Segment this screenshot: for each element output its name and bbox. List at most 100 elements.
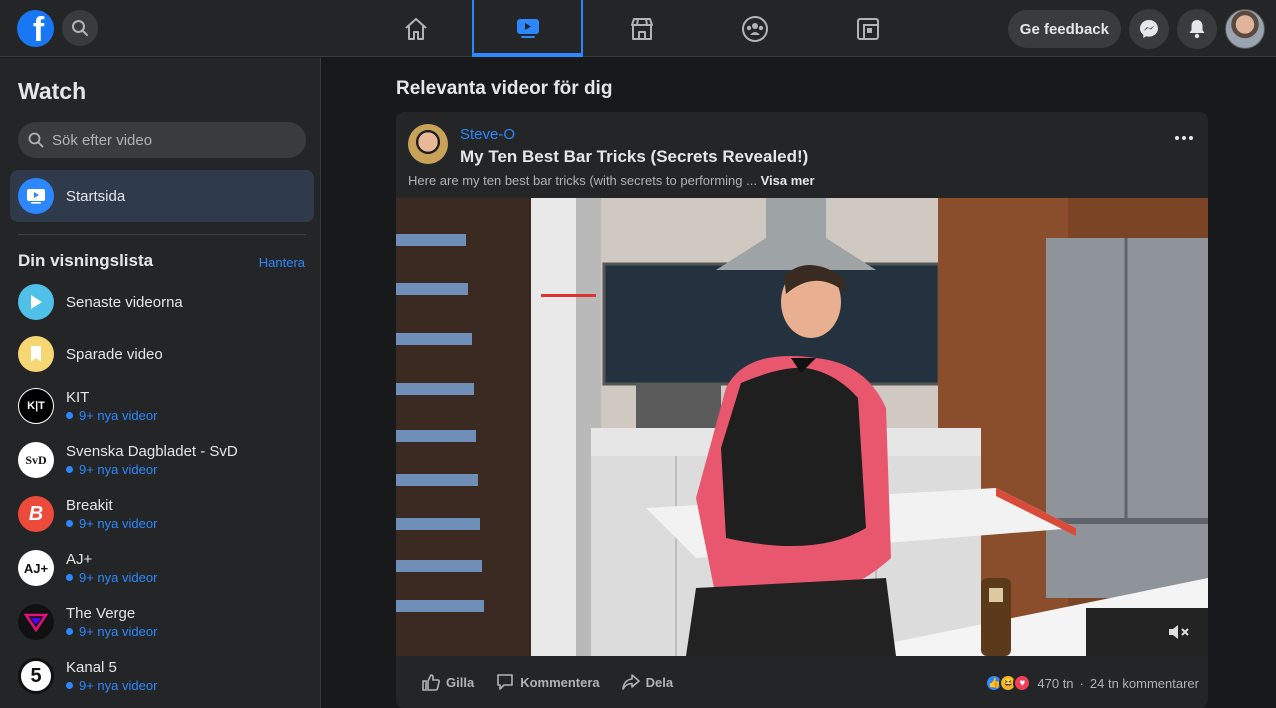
sidebar-item-label: AJ+ bbox=[66, 551, 93, 568]
new-videos-count: 9+ nya videor bbox=[66, 570, 157, 585]
watch-home-icon bbox=[18, 178, 54, 214]
watchlist-heading: Din visningslista bbox=[18, 251, 154, 270]
description-text: Here are my ten best bar tricks (with se… bbox=[408, 173, 757, 188]
manage-link[interactable]: Hantera bbox=[259, 255, 305, 270]
kit-logo: K|T bbox=[18, 388, 54, 424]
search-button[interactable] bbox=[62, 10, 98, 46]
sidebar-item-kit[interactable]: K|T KIT 9+ nya videor bbox=[18, 381, 313, 431]
comment-button[interactable]: Kommentera bbox=[496, 673, 600, 691]
tab-groups[interactable] bbox=[699, 0, 810, 57]
sidebar-item-breakit[interactable]: B Breakit 9+ nya videor bbox=[18, 489, 313, 539]
love-reaction-icon: ♥ bbox=[1013, 674, 1032, 692]
kanal5-logo: 5 bbox=[18, 658, 54, 694]
more-options-button[interactable] bbox=[1172, 128, 1196, 148]
sidebar-item-label: The Verge bbox=[66, 605, 136, 622]
bell-icon bbox=[1189, 20, 1205, 39]
reaction-summary[interactable]: 👍 😆 ♥ 470 tn · 24 tn kommentarer bbox=[985, 674, 1199, 692]
comment-label: Kommentera bbox=[520, 674, 600, 690]
mute-button[interactable] bbox=[1168, 623, 1190, 646]
sidebar-item-label: Breakit bbox=[66, 497, 113, 514]
groups-icon bbox=[741, 15, 768, 42]
notifications-button[interactable] bbox=[1177, 9, 1217, 49]
unread-dot bbox=[66, 466, 73, 473]
video-player[interactable] bbox=[396, 198, 1208, 656]
verge-logo bbox=[18, 604, 54, 640]
svd-logo: SvD bbox=[18, 442, 54, 478]
reaction-count: 470 tn bbox=[1037, 675, 1074, 691]
post-action-bar: Gilla Kommentera Dela 👍 😆 ♥ 470 tn · 24 … bbox=[396, 656, 1208, 708]
unread-dot bbox=[66, 682, 73, 689]
video-search-box[interactable] bbox=[18, 122, 306, 158]
channel-avatar[interactable] bbox=[408, 124, 448, 164]
section-heading: Relevanta videor för dig bbox=[396, 78, 613, 99]
video-post: Steve-O My Ten Best Bar Tricks (Secrets … bbox=[396, 112, 1208, 708]
watch-sidebar: Watch Startsida Din visningslista Hanter… bbox=[0, 58, 321, 708]
new-videos-text: 9+ nya videor bbox=[79, 516, 158, 531]
comment-icon bbox=[497, 674, 513, 690]
sidebar-divider bbox=[18, 234, 306, 235]
unread-dot bbox=[66, 628, 73, 635]
search-icon bbox=[72, 20, 88, 36]
search-icon bbox=[28, 132, 44, 148]
channel-name[interactable]: Steve-O bbox=[460, 126, 515, 143]
new-videos-text: 9+ nya videor bbox=[79, 408, 158, 423]
new-videos-text: 9+ nya videor bbox=[79, 678, 158, 693]
profile-avatar[interactable] bbox=[1225, 9, 1265, 49]
top-navigation-bar: f Ge feedback bbox=[0, 0, 1276, 57]
tab-marketplace[interactable] bbox=[586, 0, 697, 57]
ajplus-logo: AJ+ bbox=[18, 550, 54, 586]
facebook-logo-letter: f bbox=[32, 11, 45, 47]
sidebar-item-the-verge[interactable]: The Verge 9+ nya videor bbox=[18, 597, 313, 647]
tab-gaming[interactable] bbox=[812, 0, 923, 57]
video-description: Here are my ten best bar tricks (with se… bbox=[408, 173, 815, 188]
new-videos-text: 9+ nya videor bbox=[79, 624, 158, 639]
sidebar-item-kanal5[interactable]: 5 Kanal 5 9+ nya videor bbox=[18, 651, 313, 701]
video-frame bbox=[396, 198, 1208, 656]
facebook-logo[interactable]: f bbox=[17, 10, 54, 47]
sidebar-item-home[interactable]: Startsida bbox=[10, 170, 314, 222]
play-icon bbox=[18, 284, 54, 320]
volume-muted-icon bbox=[1169, 625, 1189, 639]
share-label: Dela bbox=[645, 674, 674, 690]
messenger-icon bbox=[1140, 20, 1158, 38]
like-button[interactable]: Gilla bbox=[422, 673, 474, 691]
sidebar-item-label: KIT bbox=[66, 389, 90, 406]
bookmark-icon bbox=[18, 336, 54, 372]
unread-dot bbox=[66, 412, 73, 419]
sidebar-item-latest-videos[interactable]: Senaste videorna bbox=[18, 277, 313, 327]
comment-count[interactable]: 24 tn kommentarer bbox=[1090, 676, 1199, 691]
count-separator: · bbox=[1079, 675, 1084, 691]
feedback-button[interactable]: Ge feedback bbox=[1007, 10, 1121, 48]
new-videos-count: 9+ nya videor bbox=[66, 516, 157, 531]
sidebar-item-ajplus[interactable]: AJ+ AJ+ 9+ nya videor bbox=[18, 543, 313, 593]
sidebar-item-label: Startsida bbox=[66, 187, 126, 205]
breakit-logo: B bbox=[18, 496, 54, 532]
unread-dot bbox=[66, 574, 73, 581]
messenger-button[interactable] bbox=[1129, 9, 1169, 49]
sidebar-item-label: Svenska Dagbladet - SvD bbox=[66, 443, 238, 460]
new-videos-text: 9+ nya videor bbox=[79, 462, 158, 477]
more-dots-icon bbox=[1175, 136, 1179, 140]
like-label: Gilla bbox=[446, 674, 475, 690]
home-icon bbox=[404, 17, 427, 40]
new-videos-count: 9+ nya videor bbox=[66, 624, 157, 639]
share-button[interactable]: Dela bbox=[621, 673, 674, 691]
gaming-icon bbox=[856, 17, 879, 40]
see-more-link[interactable]: Visa mer bbox=[761, 173, 815, 188]
sidebar-item-svd[interactable]: SvD Svenska Dagbladet - SvD 9+ nya video… bbox=[18, 435, 313, 485]
marketplace-icon bbox=[630, 17, 653, 40]
reaction-icons: 👍 😆 ♥ bbox=[985, 674, 1032, 692]
sidebar-item-label: Sparade video bbox=[66, 345, 163, 363]
video-title[interactable]: My Ten Best Bar Tricks (Secrets Revealed… bbox=[460, 147, 808, 167]
watch-icon bbox=[516, 18, 539, 38]
sidebar-item-label: Kanal 5 bbox=[66, 659, 117, 676]
tab-watch[interactable] bbox=[472, 0, 583, 57]
new-videos-count: 9+ nya videor bbox=[66, 462, 238, 477]
sidebar-item-saved-videos[interactable]: Sparade video bbox=[18, 329, 313, 379]
sidebar-title: Watch bbox=[18, 78, 87, 104]
video-search-input[interactable] bbox=[52, 131, 292, 149]
thumbs-up-icon bbox=[422, 674, 440, 691]
tab-home[interactable] bbox=[360, 0, 471, 57]
sidebar-item-label: Senaste videorna bbox=[66, 293, 183, 311]
new-videos-text: 9+ nya videor bbox=[79, 570, 158, 585]
